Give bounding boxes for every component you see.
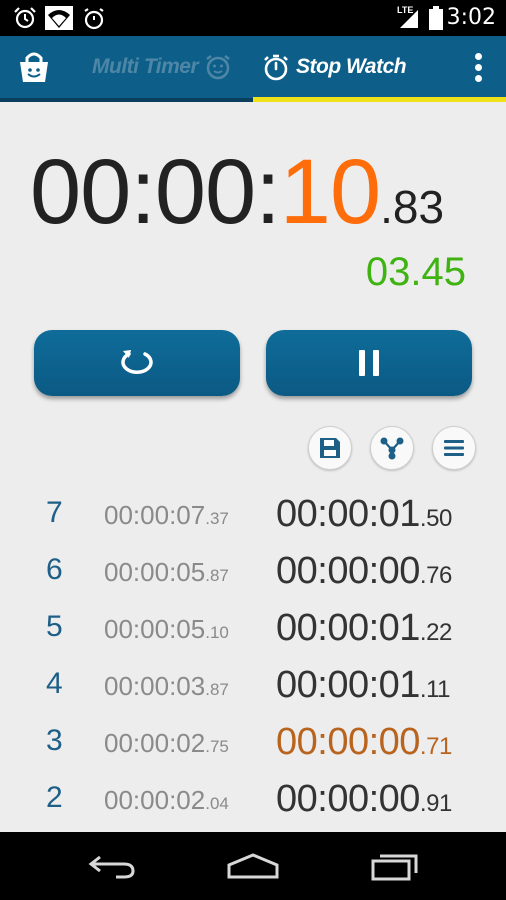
lap-number: 5	[46, 610, 63, 643]
save-icon	[320, 438, 340, 458]
lap-total-main: 00:00:05	[104, 557, 206, 587]
back-icon[interactable]	[88, 853, 136, 879]
main-time-display: 00:00:10.83	[30, 140, 490, 243]
lap-split-time: 00:00:01.22	[276, 607, 452, 650]
stopwatch-icon	[84, 8, 104, 30]
lap-number: 3	[46, 724, 63, 757]
lap-number: 7	[46, 496, 63, 529]
lap-row-best: 3 00:00:02.75 00:00:00.71	[0, 714, 506, 771]
pause-button[interactable]	[266, 330, 472, 396]
app-bar	[0, 36, 506, 102]
lap-total-time: 00:00:05.10	[104, 614, 229, 645]
overflow-menu-icon[interactable]	[468, 50, 488, 86]
lap-total-cs: .75	[205, 737, 229, 756]
lap-split-main: 00:00:00	[276, 550, 420, 592]
lap-split-time: 00:00:00.76	[276, 550, 452, 593]
status-bar: LTE 3:02	[0, 0, 506, 36]
lap-row: 4 00:00:03.87 00:00:01.11	[0, 657, 506, 714]
lap-total-main: 00:00:07	[104, 500, 206, 530]
home-icon[interactable]	[226, 853, 280, 879]
save-button[interactable]	[308, 426, 352, 470]
alarm-clock-icon	[14, 7, 36, 29]
alarm-face-icon	[206, 55, 230, 80]
lap-total-cs: .10	[205, 623, 229, 642]
lap-number: 2	[46, 781, 63, 814]
lap-total-time: 00:00:07.37	[104, 500, 229, 531]
tab-stop-watch[interactable]: Stop Watch	[262, 36, 407, 98]
lap-split-main: 00:00:01	[276, 664, 420, 706]
lap-total-main: 00:00:02	[104, 785, 206, 815]
lap-total-time: 00:00:02.04	[104, 785, 229, 816]
lap-split-cs: .76	[419, 562, 452, 589]
lap-row: 2 00:00:02.04 00:00:00.91	[0, 771, 506, 828]
share-icon	[380, 437, 404, 460]
navigation-bar	[0, 832, 506, 900]
lap-number: 6	[46, 553, 63, 586]
lap-total-time: 00:00:03.87	[104, 671, 229, 702]
main-time-centiseconds: .83	[380, 181, 445, 233]
lap-split-cs: .91	[419, 790, 452, 817]
lap-split-time-best: 00:00:00.71	[276, 721, 452, 764]
lap-split-time: 00:00:01.50	[276, 493, 452, 536]
lap-row: 7 00:00:07.37 00:00:01.50	[0, 486, 506, 543]
lap-split-main: 00:00:01	[276, 607, 420, 649]
lap-split-cs: .22	[419, 619, 452, 646]
tab-stop-watch-label: Stop Watch	[296, 55, 407, 78]
wifi-icon	[45, 6, 73, 30]
lap-list[interactable]: 7 00:00:07.37 00:00:01.50 6 00:00:05.87 …	[0, 486, 506, 832]
share-button[interactable]	[370, 426, 414, 470]
tab-multi-timer[interactable]: Multi Timer	[92, 36, 232, 98]
lap-total-main: 00:00:02	[104, 728, 206, 758]
main-time-seconds: 10	[279, 141, 381, 243]
lap-total-main: 00:00:03	[104, 671, 206, 701]
lap-row: 6 00:00:05.87 00:00:00.76	[0, 543, 506, 600]
lap-total-cs: .37	[205, 509, 229, 528]
main-time-prefix: 00:00:	[30, 141, 281, 243]
battery-icon	[429, 6, 443, 30]
lap-number: 4	[46, 667, 63, 700]
tab-multi-timer-label: Multi Timer	[92, 55, 199, 78]
current-split-time: 03.45	[365, 250, 466, 294]
recents-icon[interactable]	[370, 851, 420, 881]
lap-split-time: 00:00:01.11	[276, 664, 451, 707]
lap-split-cs: .50	[419, 505, 452, 532]
clock-time: 3:02	[446, 5, 496, 30]
lap-total-time: 00:00:02.75	[104, 728, 229, 759]
reset-icon	[121, 350, 153, 374]
lap-split-main: 00:00:00	[276, 778, 420, 820]
reset-button[interactable]	[34, 330, 240, 396]
lap-split-cs: .11	[419, 676, 451, 703]
lap-total-main: 00:00:05	[104, 614, 206, 644]
lap-split-main: 00:00:01	[276, 493, 420, 535]
lap-split-cs: .71	[419, 733, 452, 760]
lap-row: 5 00:00:05.10 00:00:01.22	[0, 600, 506, 657]
lap-split-main: 00:00:00	[276, 721, 420, 763]
stopwatch-tab-icon	[264, 54, 288, 81]
signal-icon	[400, 10, 418, 28]
shop-bag-icon[interactable]	[14, 50, 54, 86]
lap-total-cs: .04	[205, 794, 229, 813]
lap-split-time: 00:00:00.91	[276, 778, 452, 821]
lap-total-time: 00:00:05.87	[104, 557, 229, 588]
lap-total-cs: .87	[205, 566, 229, 585]
pause-icon	[359, 350, 379, 376]
list-icon	[444, 440, 464, 456]
lap-total-cs: .87	[205, 680, 229, 699]
lap-list-button[interactable]	[432, 426, 476, 470]
